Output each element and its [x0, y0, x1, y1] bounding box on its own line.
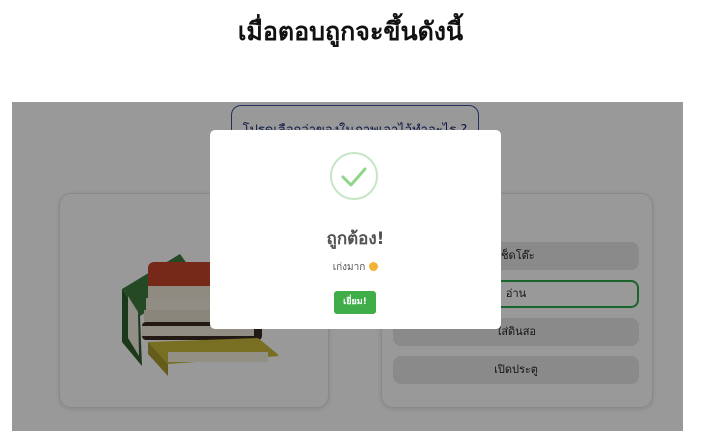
check-icon — [341, 167, 367, 187]
page-heading: เมื่อตอบถูกจะขึ้นดังนี้ — [237, 17, 464, 46]
dialog-title: ถูกต้อง! — [326, 229, 385, 249]
quiz-screenshot: โปรดเลือกว่าของในภาพเอาไว้ทำอะไร ? เช็ดโ… — [12, 102, 683, 431]
success-dialog: ถูกต้อง! เก่งมาก เยี่ยม! — [210, 130, 501, 329]
dialog-text: เก่งมาก — [210, 260, 501, 275]
dialog-message: เก่งมาก — [332, 262, 366, 273]
confirm-button[interactable]: เยี่ยม! — [334, 291, 376, 314]
emoji-icon — [369, 262, 379, 271]
success-check-circle — [330, 152, 378, 200]
